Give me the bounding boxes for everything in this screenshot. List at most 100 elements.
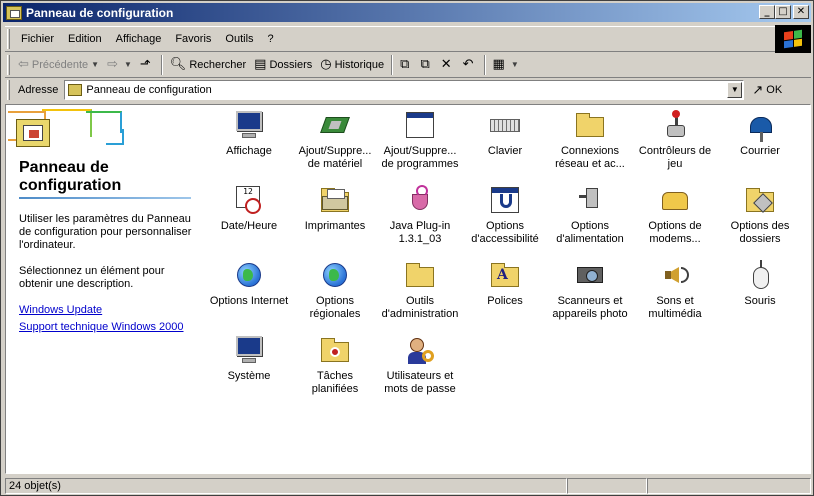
item-scheduled-tasks[interactable]: Tâches planifiées <box>293 334 377 396</box>
item-add-programs[interactable]: Ajout/Suppre... de programmes <box>378 109 462 171</box>
control-panel-small-icon <box>68 84 83 96</box>
item-label: Polices <box>487 295 523 307</box>
maximize-button[interactable]: □ <box>775 5 791 19</box>
item-java-plugin[interactable]: Java Plug-in 1.3.1_03 <box>378 184 462 246</box>
users-icon <box>404 334 436 366</box>
address-grip[interactable] <box>7 80 10 100</box>
status-panel <box>567 478 647 494</box>
status-bar: 24 objet(s) <box>5 478 811 494</box>
pane-title: Panneau de configuration <box>19 159 122 194</box>
address-label: Adresse <box>18 84 59 96</box>
up-button[interactable]: ⬏ <box>136 54 158 76</box>
menu-favoris[interactable]: Favoris <box>168 33 218 45</box>
menu-grip[interactable] <box>7 29 10 49</box>
sounds-icon <box>659 259 691 291</box>
control-panel-large-icon <box>16 119 50 147</box>
item-label: Utilisateurs et mots de passe <box>384 370 456 395</box>
address-input[interactable]: Panneau de configuration ▼ <box>64 80 745 100</box>
item-label: Java Plug-in 1.3.1_03 <box>389 220 451 245</box>
item-affichage[interactable]: Affichage <box>207 109 291 158</box>
windows-update-link[interactable]: Windows Update <box>19 304 102 316</box>
item-sounds[interactable]: Sons et multimédia <box>633 259 717 321</box>
item-game-controllers[interactable]: Contrôleurs de jeu <box>633 109 717 171</box>
minimize-button[interactable]: _ <box>759 5 775 19</box>
header-graphic <box>6 105 196 155</box>
item-power[interactable]: Options d'alimentation <box>548 184 632 246</box>
back-label: Précédente <box>31 58 89 71</box>
menu-help[interactable]: ? <box>261 33 281 45</box>
accessibility-icon <box>489 184 521 216</box>
address-value[interactable]: Panneau de configuration <box>86 84 211 96</box>
undo-button[interactable]: ↶ <box>459 54 481 76</box>
web-view-pane: Panneau de configuration Utiliser les pa… <box>6 105 198 473</box>
forward-dropdown-icon[interactable]: ▼ <box>124 60 132 69</box>
move-to-icon: ⧉ <box>400 57 410 72</box>
folders-button[interactable]: ▤ Dossiers <box>250 54 316 76</box>
item-scanners[interactable]: Scanneurs et appareils photo <box>548 259 632 321</box>
toolbar-grip[interactable] <box>7 54 10 75</box>
item-label: Imprimantes <box>304 220 366 232</box>
item-courrier[interactable]: Courrier <box>718 109 802 158</box>
item-label: Ajout/Suppre... de matériel <box>298 145 372 170</box>
forward-button[interactable]: ⇨ ▼ <box>103 54 136 76</box>
back-button[interactable]: ⇦ Précédente ▼ <box>14 54 103 76</box>
item-internet-options[interactable]: Options Internet <box>207 259 291 308</box>
item-regional-options[interactable]: Options régionales <box>293 259 377 321</box>
title-bar[interactable]: Panneau de configuration _ □ ✕ <box>3 3 811 22</box>
item-label: Ajout/Suppre... de programmes <box>381 145 459 170</box>
item-add-hardware[interactable]: Ajout/Suppre... de matériel <box>293 109 377 171</box>
network-connections-icon <box>574 109 606 141</box>
copy-to-button[interactable]: ⧉ <box>416 54 436 76</box>
folders-icon: ▤ <box>254 57 267 72</box>
item-label: Système <box>227 370 271 382</box>
item-systeme[interactable]: Système <box>207 334 291 383</box>
go-button[interactable]: ↗ OK <box>752 83 782 98</box>
menu-edition[interactable]: Edition <box>61 33 109 45</box>
forward-arrow-icon: ⇨ <box>107 57 118 72</box>
item-clavier[interactable]: Clavier <box>463 109 547 158</box>
support-link[interactable]: Support technique Windows 2000 <box>19 321 184 333</box>
menu-affichage[interactable]: Affichage <box>109 33 169 45</box>
search-icon: 🔍︎ <box>169 57 187 72</box>
item-network-connections[interactable]: Connexions réseau et ac... <box>548 109 632 171</box>
pane-hint: Sélectionnez un élément pour obtenir une… <box>19 265 165 290</box>
item-modems[interactable]: Options de modems... <box>633 184 717 246</box>
item-label: Sons et multimédia <box>648 295 702 320</box>
menu-fichier[interactable]: Fichier <box>14 33 61 45</box>
folder-up-icon: ⬏ <box>139 57 151 72</box>
views-button[interactable]: ▦ ▼ <box>489 54 523 76</box>
admin-tools-icon <box>404 259 436 291</box>
window-title: Panneau de configuration <box>26 5 174 20</box>
search-button[interactable]: 🔍︎ Rechercher <box>166 54 250 76</box>
item-souris[interactable]: Souris <box>718 259 802 308</box>
control-panel-icon <box>6 5 22 20</box>
item-label: Scanneurs et appareils photo <box>552 295 628 320</box>
scheduled-tasks-icon <box>319 334 351 366</box>
back-dropdown-icon[interactable]: ▼ <box>91 60 99 69</box>
folder-options-icon <box>744 184 776 216</box>
item-label: Connexions réseau et ac... <box>555 145 625 170</box>
item-date-time[interactable]: 12 Date/Heure <box>207 184 291 233</box>
item-users[interactable]: Utilisateurs et mots de passe <box>378 334 462 396</box>
scanner-icon <box>574 259 606 291</box>
toolbar-separator <box>160 54 163 75</box>
delete-button[interactable]: ✕ <box>437 54 459 76</box>
address-dropdown-icon[interactable]: ▼ <box>727 82 743 98</box>
item-admin-tools[interactable]: Outils d'administration <box>378 259 462 321</box>
folders-label: Dossiers <box>269 58 313 71</box>
item-accessibility[interactable]: Options d'accessibilité <box>463 184 547 246</box>
move-to-button[interactable]: ⧉ <box>396 54 416 76</box>
system-icon <box>233 334 265 366</box>
copy-to-icon: ⧉ <box>420 57 430 72</box>
history-button[interactable]: ◷ Historique <box>316 54 388 76</box>
item-imprimantes[interactable]: Imprimantes <box>293 184 377 233</box>
back-arrow-icon: ⇦ <box>18 57 29 72</box>
close-button[interactable]: ✕ <box>793 5 809 19</box>
item-label: Clavier <box>487 145 523 157</box>
item-label: Courrier <box>740 145 780 157</box>
regional-options-icon <box>319 259 351 291</box>
item-folder-options[interactable]: Options des dossiers <box>718 184 802 246</box>
item-polices[interactable]: A Polices <box>463 259 547 308</box>
item-label: Tâches planifiées <box>311 370 359 395</box>
menu-outils[interactable]: Outils <box>218 33 260 45</box>
